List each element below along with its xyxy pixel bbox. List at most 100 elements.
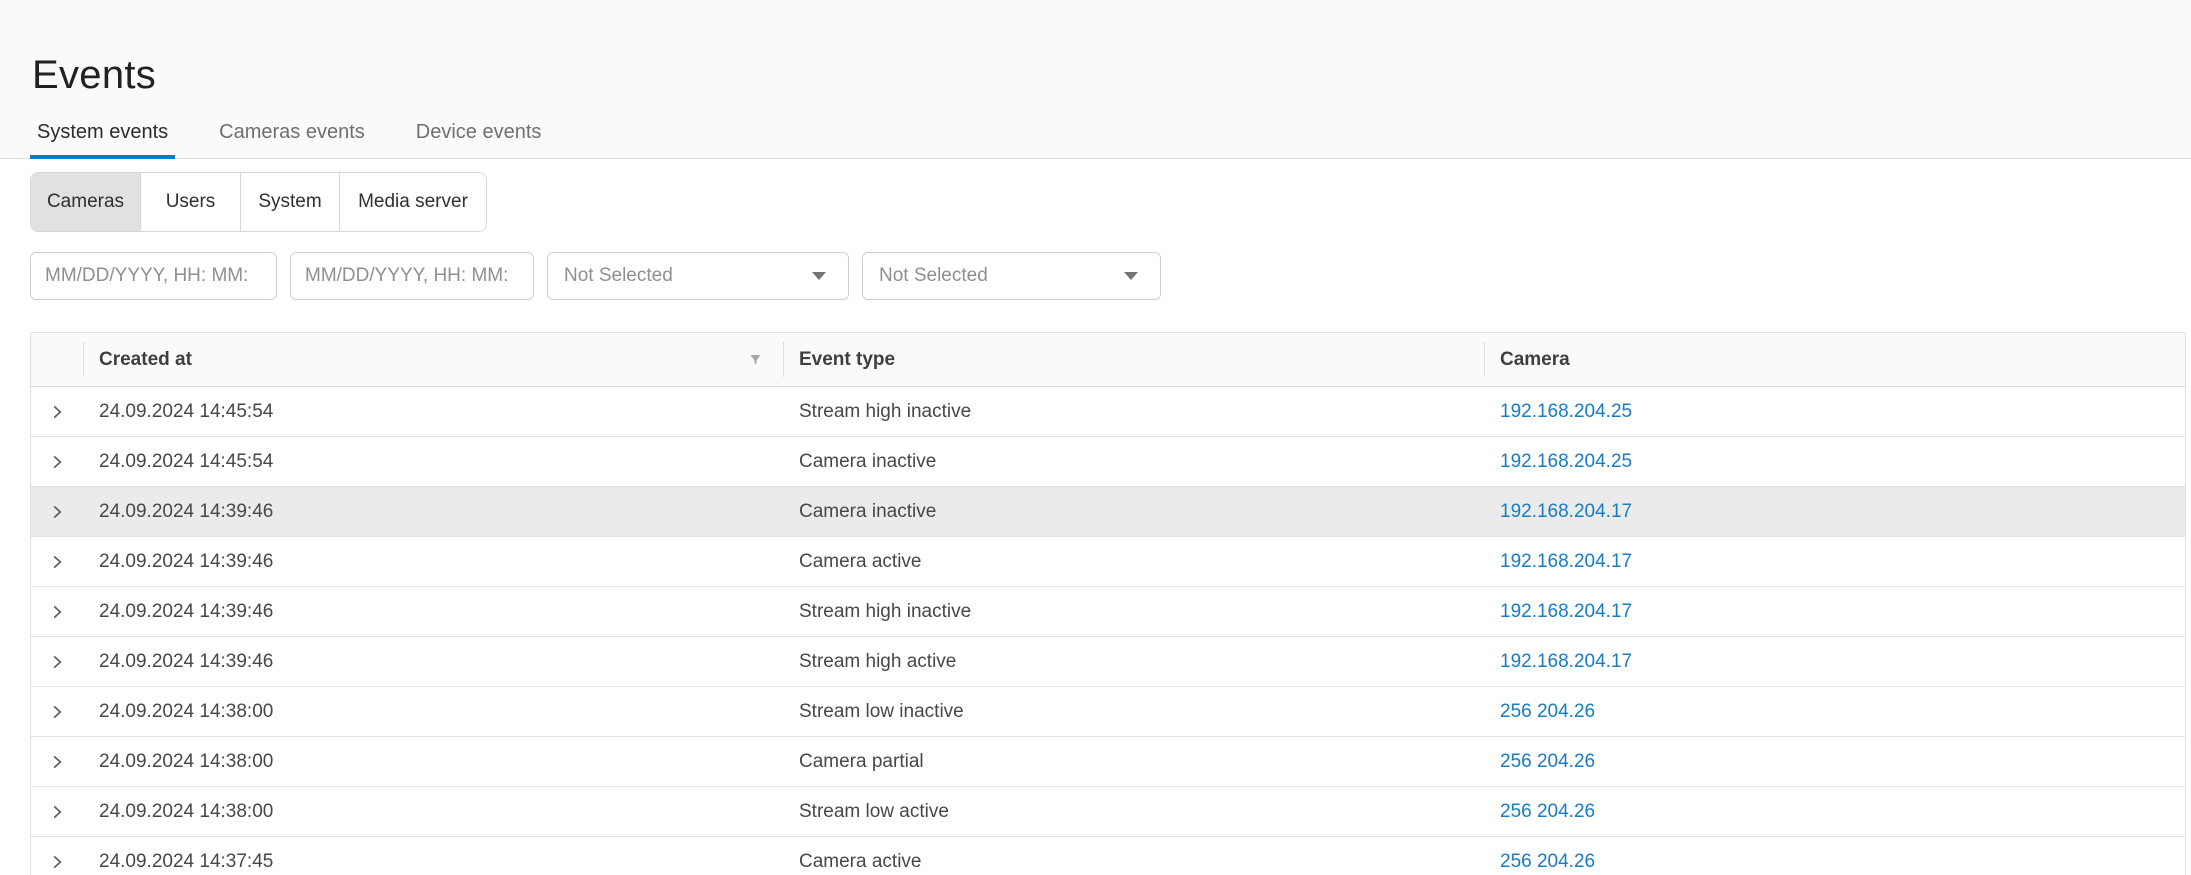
event-type-column-label: Event type — [799, 349, 895, 371]
event-type-cell: Camera partial — [783, 737, 1484, 786]
camera-link[interactable]: 192.168.204.17 — [1500, 651, 1632, 673]
category-button[interactable]: Cameras — [31, 173, 140, 231]
created-at-cell: 24.09.2024 14:39:46 — [83, 587, 783, 636]
created-at-value: 24.09.2024 14:39:46 — [99, 601, 273, 623]
table-row[interactable]: 24.09.2024 14:45:54 Camera inactive 192.… — [31, 437, 2185, 487]
created-at-value: 24.09.2024 14:38:00 — [99, 751, 273, 773]
page-title: Events — [0, 0, 2191, 98]
expand-cell — [31, 737, 83, 786]
camera-link[interactable]: 256 204.26 — [1500, 701, 1595, 723]
event-type-cell: Camera inactive — [783, 487, 1484, 536]
camera-link[interactable]: 256 204.26 — [1500, 751, 1595, 773]
camera-cell: 192.168.204.17 — [1484, 537, 2185, 586]
camera-cell: 192.168.204.17 — [1484, 637, 2185, 686]
expand-cell — [31, 387, 83, 436]
events-table: Created at Event type Camera — [30, 332, 2186, 875]
chevron-right-icon[interactable] — [44, 749, 70, 775]
event-type-cell: Stream low active — [783, 787, 1484, 836]
created-at-value: 24.09.2024 14:39:46 — [99, 551, 273, 573]
camera-link[interactable]: 256 204.26 — [1500, 851, 1595, 873]
event-type-cell: Stream high active — [783, 637, 1484, 686]
camera-link[interactable]: 192.168.204.17 — [1500, 551, 1632, 573]
chevron-right-icon[interactable] — [44, 399, 70, 425]
event-type-value: Stream high inactive — [799, 601, 971, 623]
event-type-value: Stream low active — [799, 801, 949, 823]
expand-cell — [31, 487, 83, 536]
event-type-value: Camera partial — [799, 751, 924, 773]
created-at-cell: 24.09.2024 14:38:00 — [83, 787, 783, 836]
table-row[interactable]: 24.09.2024 14:39:46 Camera inactive 192.… — [31, 487, 2185, 537]
camera-cell: 256 204.26 — [1484, 787, 2185, 836]
camera-cell: 192.168.204.17 — [1484, 587, 2185, 636]
camera-link[interactable]: 256 204.26 — [1500, 801, 1595, 823]
created-at-value: 24.09.2024 14:39:46 — [99, 651, 273, 673]
camera-cell: 256 204.26 — [1484, 687, 2185, 736]
created-at-value: 24.09.2024 14:45:54 — [99, 451, 273, 473]
tab-label: Cameras events — [219, 121, 365, 143]
camera-link[interactable]: 192.168.204.25 — [1500, 451, 1632, 473]
date-to-input[interactable] — [290, 252, 534, 300]
table-row[interactable]: 24.09.2024 14:38:00 Stream low active 25… — [31, 787, 2185, 837]
category-button[interactable]: Users — [140, 173, 240, 231]
chevron-right-icon[interactable] — [44, 849, 70, 875]
event-type-cell: Camera active — [783, 837, 1484, 875]
table-row[interactable]: 24.09.2024 14:39:46 Stream high active 1… — [31, 637, 2185, 687]
events-page: Events System events Cameras events Devi… — [0, 0, 2191, 875]
filter-funnel-icon[interactable] — [748, 352, 763, 367]
chevron-right-icon[interactable] — [44, 699, 70, 725]
camera-column-header: Camera — [1484, 333, 2185, 386]
category-button[interactable]: Media server — [339, 173, 486, 231]
camera-cell: 256 204.26 — [1484, 737, 2185, 786]
tab[interactable]: Device events — [409, 122, 549, 159]
event-type-select[interactable]: Not Selected — [547, 252, 849, 300]
chevron-right-icon[interactable] — [44, 499, 70, 525]
created-at-value: 24.09.2024 14:38:00 — [99, 801, 273, 823]
expand-cell — [31, 837, 83, 875]
created-at-cell: 24.09.2024 14:45:54 — [83, 387, 783, 436]
table-row[interactable]: 24.09.2024 14:37:45 Camera active 256 20… — [31, 837, 2185, 875]
created-at-cell: 24.09.2024 14:38:00 — [83, 687, 783, 736]
category-button-label: Media server — [358, 191, 468, 213]
filter-row: Not Selected Not Selected — [30, 252, 2191, 300]
table-row[interactable]: 24.09.2024 14:45:54 Stream high inactive… — [31, 387, 2185, 437]
camera-cell: 256 204.26 — [1484, 837, 2185, 875]
chevron-right-icon[interactable] — [44, 599, 70, 625]
camera-link[interactable]: 192.168.204.17 — [1500, 601, 1632, 623]
camera-column-label: Camera — [1500, 349, 1570, 371]
table-row[interactable]: 24.09.2024 14:39:46 Stream high inactive… — [31, 587, 2185, 637]
created-at-column-header: Created at — [83, 333, 783, 386]
expand-cell — [31, 437, 83, 486]
chevron-right-icon[interactable] — [44, 799, 70, 825]
created-at-column-label: Created at — [99, 349, 192, 371]
expand-cell — [31, 537, 83, 586]
date-from-input[interactable] — [30, 252, 277, 300]
chevron-right-icon[interactable] — [44, 449, 70, 475]
chevron-right-icon[interactable] — [44, 549, 70, 575]
created-at-cell: 24.09.2024 14:37:45 — [83, 837, 783, 875]
category-button[interactable]: System — [240, 173, 339, 231]
camera-link[interactable]: 192.168.204.17 — [1500, 501, 1632, 523]
camera-link[interactable]: 192.168.204.25 — [1500, 401, 1632, 423]
expand-column-header — [31, 333, 83, 386]
table-row[interactable]: 24.09.2024 14:39:46 Camera active 192.16… — [31, 537, 2185, 587]
table-row[interactable]: 24.09.2024 14:38:00 Stream low inactive … — [31, 687, 2185, 737]
expand-cell — [31, 687, 83, 736]
tab[interactable]: Cameras events — [212, 122, 372, 159]
table-row[interactable]: 24.09.2024 14:38:00 Camera partial 256 2… — [31, 737, 2185, 787]
created-at-cell: 24.09.2024 14:39:46 — [83, 537, 783, 586]
event-type-cell: Stream low inactive — [783, 687, 1484, 736]
event-type-cell: Stream high inactive — [783, 387, 1484, 436]
event-type-value: Camera active — [799, 851, 922, 873]
camera-select-value: Not Selected — [879, 265, 988, 287]
event-type-value: Camera active — [799, 551, 922, 573]
created-at-value: 24.09.2024 14:45:54 — [99, 401, 273, 423]
camera-select[interactable]: Not Selected — [862, 252, 1161, 300]
expand-cell — [31, 787, 83, 836]
created-at-cell: 24.09.2024 14:38:00 — [83, 737, 783, 786]
chevron-right-icon[interactable] — [44, 649, 70, 675]
event-type-value: Stream low inactive — [799, 701, 964, 723]
tab[interactable]: System events — [30, 122, 175, 159]
event-type-select-value: Not Selected — [564, 265, 673, 287]
category-button-label: Users — [166, 191, 216, 213]
table-body: 24.09.2024 14:45:54 Stream high inactive… — [31, 387, 2185, 875]
